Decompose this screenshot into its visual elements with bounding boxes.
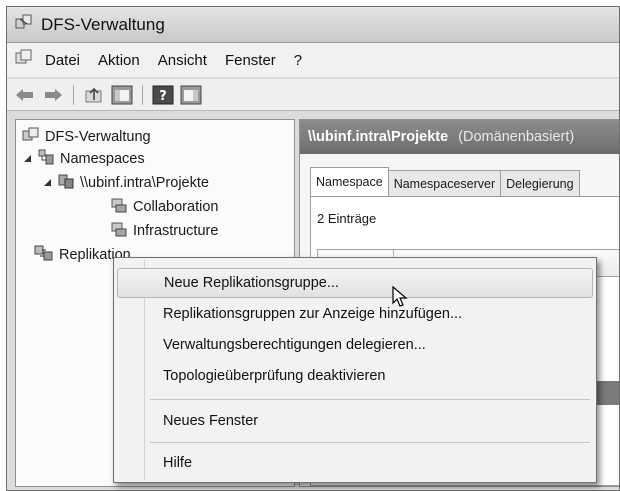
tab-strip: Namespace Namespaceserver Delegierung xyxy=(310,167,580,196)
tree-label-collaboration: Collaboration xyxy=(133,199,219,215)
context-menu-separator xyxy=(150,442,590,443)
forward-arrow-icon[interactable] xyxy=(41,84,65,106)
menu-item-delegate-permissions[interactable]: Verwaltungsberechtigungen delegieren... xyxy=(117,330,593,360)
menu-item-disable-topology-check[interactable]: Topologieüberprüfung deaktivieren xyxy=(117,361,593,391)
details-header-path: \\ubinf.intra\Projekte xyxy=(308,129,449,145)
svg-text:?: ? xyxy=(159,89,167,104)
context-menu: Neue Replikationsgruppe... Replikationsg… xyxy=(113,257,597,483)
replication-icon xyxy=(34,244,54,266)
tree-item-collaboration[interactable]: Collaboration xyxy=(110,196,218,218)
expand-triangle-icon[interactable] xyxy=(42,175,52,191)
action-pane-icon[interactable] xyxy=(179,84,203,106)
menu-datei[interactable]: Datei xyxy=(39,50,86,71)
toolbar-separator xyxy=(73,84,74,105)
details-header-type: (Domänenbasiert) xyxy=(458,129,575,145)
menu-fenster[interactable]: Fenster xyxy=(219,50,282,71)
tab-delegierung[interactable]: Delegierung xyxy=(500,170,580,196)
details-header: \\ubinf.intra\Projekte (Domänenbasiert) xyxy=(300,120,619,154)
up-folder-icon[interactable] xyxy=(82,84,106,106)
tree-label-namespace-path: \\ubinf.intra\Projekte xyxy=(80,175,209,191)
dfs-console-icon xyxy=(22,127,40,147)
toolbar: ? xyxy=(7,79,619,111)
folder-target-icon xyxy=(110,220,128,242)
toolbar-separator xyxy=(142,84,143,105)
window-title: DFS-Verwaltung xyxy=(41,14,165,34)
menu-aktion[interactable]: Aktion xyxy=(92,50,146,71)
title-bar: DFS-Verwaltung xyxy=(7,7,619,43)
menu-item-help[interactable]: Hilfe xyxy=(117,448,593,478)
menu-item-new-window[interactable]: Neues Fenster xyxy=(117,406,593,436)
namespace-root-icon xyxy=(57,172,75,194)
menu-item-new-replication-group[interactable]: Neue Replikationsgruppe... xyxy=(117,268,593,298)
menu-ansicht[interactable]: Ansicht xyxy=(152,50,213,71)
context-menu-separator xyxy=(150,399,590,400)
console-icon xyxy=(15,49,33,72)
menu-bar: Datei Aktion Ansicht Fenster ? xyxy=(7,43,619,77)
tree-label-namespaces: Namespaces xyxy=(60,151,145,167)
app-icon xyxy=(15,13,33,36)
menu-help[interactable]: ? xyxy=(288,50,308,71)
tree-label-infrastructure: Infrastructure xyxy=(133,223,219,239)
namespaces-icon xyxy=(37,148,55,170)
mouse-cursor-icon xyxy=(392,285,408,313)
tree-item-dfs-root[interactable]: DFS-Verwaltung xyxy=(22,126,151,148)
folder-target-icon xyxy=(110,196,128,218)
tree-item-infrastructure[interactable]: Infrastructure xyxy=(110,220,218,242)
back-arrow-icon[interactable] xyxy=(13,84,37,106)
menu-item-add-replication-groups[interactable]: Replikationsgruppen zur Anzeige hinzufüg… xyxy=(117,299,593,329)
expand-triangle-icon[interactable] xyxy=(22,151,32,167)
show-hide-tree-icon[interactable] xyxy=(110,84,134,106)
tab-namespace[interactable]: Namespace xyxy=(310,167,389,196)
help-icon[interactable]: ? xyxy=(151,84,175,106)
tree-item-namespaces[interactable]: Namespaces xyxy=(22,148,145,170)
tree-item-namespace-projekte[interactable]: \\ubinf.intra\Projekte xyxy=(42,172,209,194)
entry-count: 2 Einträge xyxy=(317,211,377,226)
tab-namespaceserver[interactable]: Namespaceserver xyxy=(387,170,502,196)
tree-label-root: DFS-Verwaltung xyxy=(45,129,151,145)
